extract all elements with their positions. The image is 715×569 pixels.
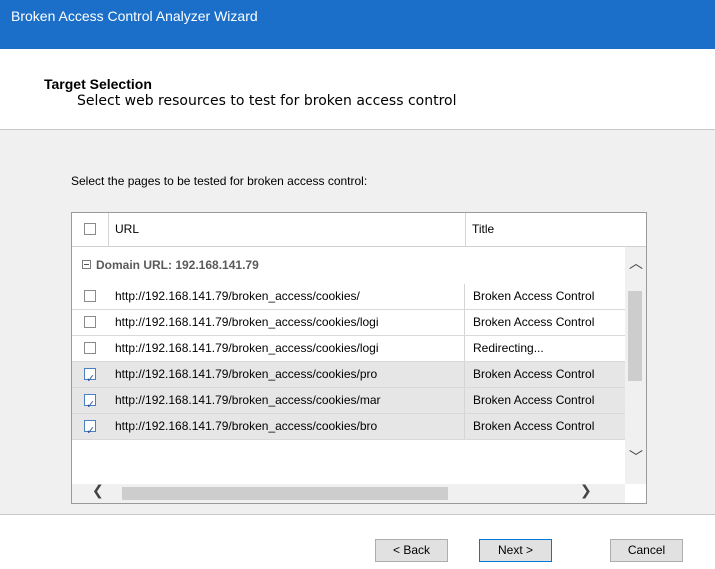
row-title: Broken Access Control — [473, 393, 595, 407]
row-title: Broken Access Control — [473, 419, 595, 433]
step-title: Target Selection — [44, 76, 152, 92]
table-row[interactable]: ✓ http://192.168.141.79/broken_access/coo… — [72, 414, 625, 440]
instruction-label: Select the pages to be tested for broken… — [71, 174, 368, 188]
row-checkbox[interactable]: ✓ — [84, 420, 96, 437]
table-row[interactable]: ✓ http://192.168.141.79/broken_access/coo… — [72, 388, 625, 414]
column-header-url-label: URL — [115, 222, 140, 236]
header-checkbox-cell — [72, 213, 109, 246]
grid-column-header: URL Title — [72, 213, 646, 247]
chevron-left-icon[interactable]: ❮ — [92, 483, 104, 499]
title-bar: Broken Access Control Analyzer Wizard — [0, 0, 715, 49]
table-row[interactable]: http://192.168.141.79/broken_access/cook… — [72, 284, 625, 310]
table-row[interactable]: http://192.168.141.79/broken_access/cook… — [72, 310, 625, 336]
column-header-title[interactable]: Title — [466, 213, 494, 246]
vertical-scroll-thumb[interactable] — [628, 291, 642, 381]
column-header-title-label: Title — [472, 222, 495, 236]
domain-group-row[interactable]: Domain URL: 192.168.141.79 — [72, 247, 646, 284]
collapse-icon[interactable] — [82, 260, 91, 269]
row-url: http://192.168.141.79/broken_access/cook… — [115, 284, 465, 309]
row-title: Broken Access Control — [473, 315, 595, 329]
checkmark-icon: ✓ — [86, 372, 96, 385]
row-url: http://192.168.141.79/broken_access/cook… — [115, 310, 465, 335]
wizard-content: Select the pages to be tested for broken… — [0, 130, 715, 515]
horizontal-scroll-thumb[interactable] — [122, 487, 448, 500]
row-url: http://192.168.141.79/broken_access/cook… — [115, 388, 465, 413]
row-checkbox[interactable] — [84, 342, 96, 354]
table-row[interactable]: ✓ http://192.168.141.79/broken_access/coo… — [72, 362, 625, 388]
chevron-down-icon[interactable]: ﹀ — [629, 447, 643, 467]
row-title: Broken Access Control — [473, 289, 595, 303]
row-title: Redirecting... — [473, 341, 544, 355]
cancel-button[interactable]: Cancel — [610, 539, 683, 562]
window-title: Broken Access Control Analyzer Wizard — [11, 8, 258, 24]
row-title: Broken Access Control — [473, 367, 595, 381]
row-url: http://192.168.141.79/broken_access/cook… — [115, 362, 465, 387]
pages-grid: URL Title Domain URL: 192.168.141.79 htt… — [71, 212, 647, 504]
chevron-up-icon[interactable]: ︿ — [629, 253, 643, 273]
row-checkbox[interactable] — [84, 290, 96, 302]
back-button[interactable]: < Back — [375, 539, 448, 562]
row-checkbox[interactable] — [84, 316, 96, 328]
row-url: http://192.168.141.79/broken_access/cook… — [115, 336, 465, 361]
checkmark-icon: ✓ — [86, 424, 96, 437]
vertical-scrollbar[interactable]: ︿ ﹀ — [625, 247, 646, 484]
checkmark-icon: ✓ — [86, 398, 96, 411]
domain-group-label: Domain URL: 192.168.141.79 — [96, 258, 259, 272]
column-header-url[interactable]: URL — [109, 213, 466, 246]
select-all-checkbox[interactable] — [84, 223, 96, 235]
table-row[interactable]: http://192.168.141.79/broken_access/cook… — [72, 336, 625, 362]
row-checkbox[interactable]: ✓ — [84, 394, 96, 411]
horizontal-scrollbar[interactable]: ❮ ❯ — [72, 483, 625, 503]
step-subtitle: Select web resources to test for broken … — [77, 93, 457, 109]
next-button[interactable]: Next > — [479, 539, 552, 562]
chevron-right-icon[interactable]: ❯ — [580, 483, 592, 499]
wizard-header: Target Selection Select web resources to… — [0, 49, 715, 130]
row-url: http://192.168.141.79/broken_access/cook… — [115, 414, 465, 439]
row-checkbox[interactable]: ✓ — [84, 368, 96, 385]
